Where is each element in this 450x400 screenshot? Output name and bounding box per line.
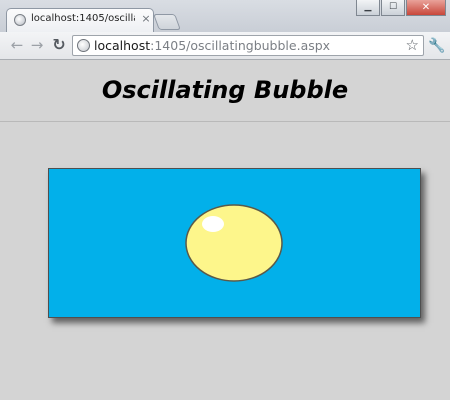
window-controls: ▁ ☐ ✕: [355, 0, 446, 18]
url-path: :1405/oscillatingbubble.aspx: [150, 38, 331, 53]
tab-close-icon[interactable]: ×: [140, 12, 152, 26]
bubble-highlight: [202, 216, 224, 232]
bubble: [185, 204, 283, 282]
url-host: localhost: [94, 38, 151, 53]
close-window-button[interactable]: ✕: [406, 0, 446, 16]
reload-button[interactable]: ↻: [50, 36, 68, 54]
browser-titlebar: localhost:1405/oscillatingbu × ▁ ☐ ✕: [0, 0, 450, 32]
minimize-button[interactable]: ▁: [356, 0, 380, 16]
bubble-stage: [48, 168, 421, 318]
page-header: Oscillating Bubble: [0, 60, 450, 122]
address-bar[interactable]: localhost:1405/oscillatingbubble.aspx ☆: [72, 35, 424, 56]
browser-toolbar: ← → ↻ localhost:1405/oscillatingbubble.a…: [0, 32, 450, 60]
address-url[interactable]: localhost:1405/oscillatingbubble.aspx: [94, 38, 330, 53]
maximize-button[interactable]: ☐: [381, 0, 405, 16]
new-tab-button[interactable]: [153, 14, 181, 30]
bookmark-star-icon[interactable]: ☆: [406, 36, 419, 55]
back-button[interactable]: ←: [8, 36, 26, 54]
minimize-icon: ▁: [364, 2, 372, 12]
page-info-icon[interactable]: [77, 39, 90, 52]
wrench-icon[interactable]: 🔧: [428, 37, 446, 55]
forward-button[interactable]: →: [28, 36, 46, 54]
close-icon: ✕: [421, 2, 431, 13]
page-favicon-icon: [14, 14, 26, 26]
page-title: Oscillating Bubble: [101, 76, 349, 104]
browser-tab[interactable]: localhost:1405/oscillatingbu ×: [6, 8, 154, 32]
maximize-icon: ☐: [388, 2, 398, 12]
tab-title: localhost:1405/oscillatingbu: [31, 13, 135, 24]
bubble-canvas: [49, 169, 420, 317]
